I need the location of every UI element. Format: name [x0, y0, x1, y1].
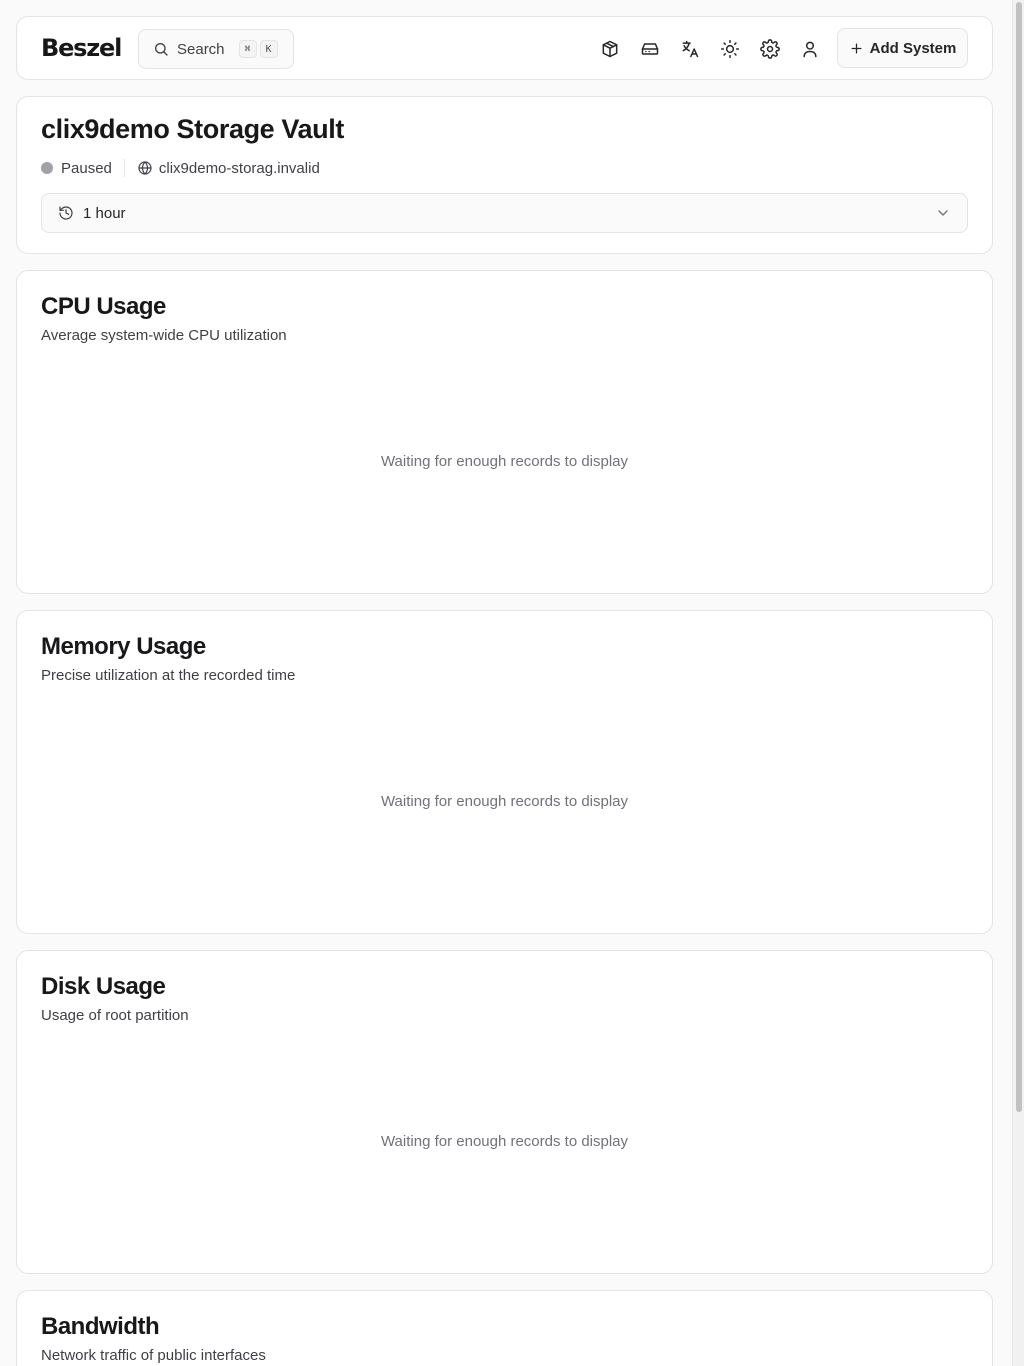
chart-title: Disk Usage — [41, 973, 166, 1000]
shortcut-key-cmd: ⌘ — [238, 40, 257, 58]
history-icon — [59, 206, 73, 220]
gear-icon — [760, 39, 780, 59]
meta-divider — [123, 159, 125, 177]
user-menu-button[interactable] — [798, 37, 822, 61]
chart-title: Memory Usage — [41, 633, 206, 660]
containers-button[interactable] — [598, 37, 622, 61]
chart-title: Bandwidth — [41, 1313, 160, 1340]
page-scrollbar[interactable] — [1012, 0, 1024, 1366]
app-logo[interactable]: Beszel — [41, 34, 122, 62]
chart-description: Average system-wide CPU utilization — [41, 327, 287, 344]
add-system-label: Add System — [869, 39, 957, 57]
status-dot — [41, 162, 53, 174]
chart-empty-message: Waiting for enough records to display — [380, 793, 629, 810]
user-icon — [803, 41, 817, 58]
search-button[interactable]: Search ⌘ K — [138, 29, 294, 69]
storage-icon — [641, 43, 659, 55]
system-meta: Paused clix9demo-storag.invalid — [41, 158, 320, 178]
bandwidth-card: Bandwidth Network traffic of public inte… — [16, 1290, 993, 1366]
chart-description: Network traffic of public interfaces — [41, 1347, 266, 1364]
sun-icon — [720, 39, 740, 59]
shortcut-key-k: K — [259, 40, 278, 58]
search-icon — [155, 43, 168, 56]
chart-empty-message: Waiting for enough records to display — [380, 453, 629, 470]
status-text: Paused — [61, 159, 112, 177]
theme-toggle-button[interactable] — [718, 37, 742, 61]
chevron-down-icon — [938, 210, 948, 216]
chart-empty-message: Waiting for enough records to display — [380, 1133, 629, 1150]
memory-usage-card: Memory Usage Precise utilization at the … — [16, 610, 993, 934]
system-name: clix9demo Storage Vault — [41, 114, 344, 144]
top-navbar: Beszel Search ⌘ K Add System — [16, 16, 993, 80]
chart-title: CPU Usage — [41, 293, 166, 320]
system-info-card: clix9demo Storage Vault Paused clix9demo… — [16, 96, 993, 254]
search-label: Search — [177, 40, 225, 58]
chart-description: Usage of root partition — [41, 1007, 189, 1024]
storage-button[interactable] — [638, 37, 662, 61]
containers-icon — [602, 40, 618, 58]
plus-icon — [851, 43, 862, 53]
language-icon — [682, 40, 699, 58]
settings-button[interactable] — [758, 37, 782, 61]
time-range-select[interactable]: 1 hour — [41, 193, 968, 233]
time-range-value: 1 hour — [83, 204, 126, 222]
disk-usage-card: Disk Usage Usage of root partition Waiti… — [16, 950, 993, 1274]
scrollbar-thumb[interactable] — [1016, 2, 1022, 1112]
cpu-usage-card: CPU Usage Average system-wide CPU utiliz… — [16, 270, 993, 594]
globe-icon — [138, 161, 152, 175]
add-system-button[interactable]: Add System — [837, 28, 968, 68]
search-shortcut: ⌘ K — [238, 40, 278, 58]
language-button[interactable] — [678, 37, 702, 61]
host-address[interactable]: clix9demo-storag.invalid — [159, 160, 320, 177]
chart-description: Precise utilization at the recorded time — [41, 667, 296, 684]
